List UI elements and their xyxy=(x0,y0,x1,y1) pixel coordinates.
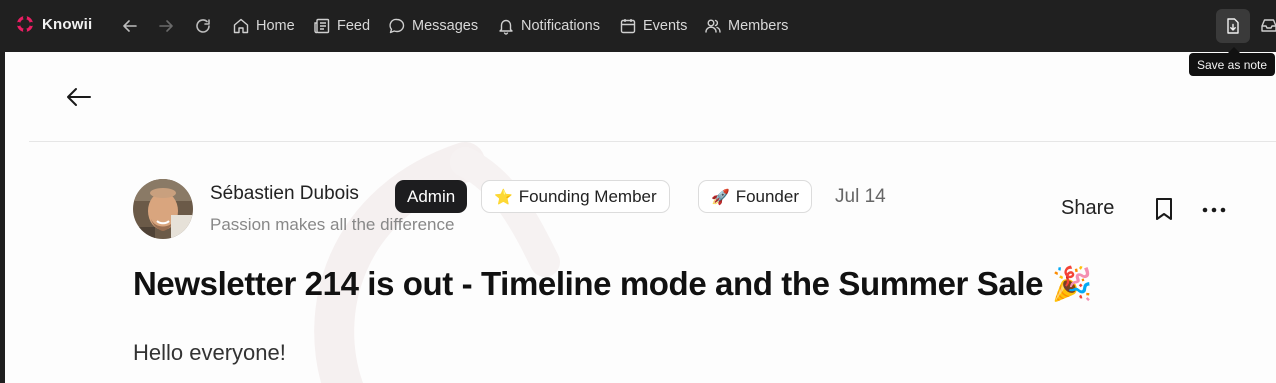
nav-messages[interactable]: Messages xyxy=(388,12,478,40)
post-date: Jul 14 xyxy=(835,186,886,207)
badge-admin: Admin xyxy=(395,180,468,213)
back-arrow-icon[interactable] xyxy=(65,85,93,109)
nav-home-label: Home xyxy=(256,18,295,34)
forward-button[interactable] xyxy=(154,14,178,38)
reload-button[interactable] xyxy=(191,14,215,38)
knowii-logo-icon xyxy=(16,15,34,33)
share-button[interactable]: Share xyxy=(1061,197,1114,220)
nav-notifications[interactable]: Notifications xyxy=(497,12,600,40)
bookmark-icon[interactable] xyxy=(1152,196,1176,222)
calendar-icon xyxy=(620,19,636,34)
post-body-first-line: Hello everyone! xyxy=(133,340,286,365)
users-icon xyxy=(705,19,721,33)
nav-events[interactable]: Events xyxy=(619,12,687,40)
author-avatar[interactable] xyxy=(133,179,193,239)
post-title: Newsletter 214 is out - Timeline mode an… xyxy=(133,265,1093,302)
newspaper-icon xyxy=(314,18,330,34)
save-as-note-button[interactable] xyxy=(1216,9,1250,43)
reload-icon xyxy=(196,19,210,33)
author-name[interactable]: Sébastien Dubois xyxy=(210,183,359,205)
arrow-right-icon xyxy=(159,20,173,32)
nav-members[interactable]: Members xyxy=(704,12,788,40)
header-divider xyxy=(29,141,1276,142)
badge-founding-member: ⭐ Founding Member xyxy=(481,180,670,213)
bell-icon xyxy=(499,19,513,35)
rocket-icon: 🚀 xyxy=(711,188,730,206)
avatar-image xyxy=(133,179,193,239)
nav-home[interactable]: Home xyxy=(232,12,295,40)
home-icon xyxy=(233,18,249,34)
background-watermark xyxy=(314,142,560,383)
author-tagline: Passion makes all the difference xyxy=(210,215,455,234)
nav-notifications-label: Notifications xyxy=(521,18,600,34)
badge-founder: 🚀 Founder xyxy=(698,180,813,213)
back-button[interactable] xyxy=(118,14,142,38)
inbox-icon[interactable] xyxy=(1260,16,1276,34)
badge-admin-label: Admin xyxy=(407,186,456,206)
brand[interactable]: Knowii xyxy=(16,15,92,33)
badge-founder-label: Founder xyxy=(735,186,800,206)
badge-founding-member-label: Founding Member xyxy=(518,186,657,206)
brand-name: Knowii xyxy=(42,15,93,33)
arrow-left-icon xyxy=(123,20,137,32)
top-navigation-bar: Knowii Home Feed Messages Notifications … xyxy=(0,0,1276,52)
chat-bubble-icon xyxy=(389,18,405,34)
nav-members-label: Members xyxy=(728,18,789,34)
save-as-note-tooltip: Save as note xyxy=(1189,53,1276,76)
save-note-icon xyxy=(1227,18,1239,34)
nav-feed[interactable]: Feed xyxy=(313,12,370,40)
star-icon: ⭐ xyxy=(494,188,513,206)
nav-events-label: Events xyxy=(643,18,688,34)
nav-feed-label: Feed xyxy=(337,18,371,34)
post-page: Sébastien Dubois Passion makes all the d… xyxy=(5,52,1276,383)
more-horizontal-icon[interactable] xyxy=(1200,202,1230,218)
nav-messages-label: Messages xyxy=(412,18,479,34)
